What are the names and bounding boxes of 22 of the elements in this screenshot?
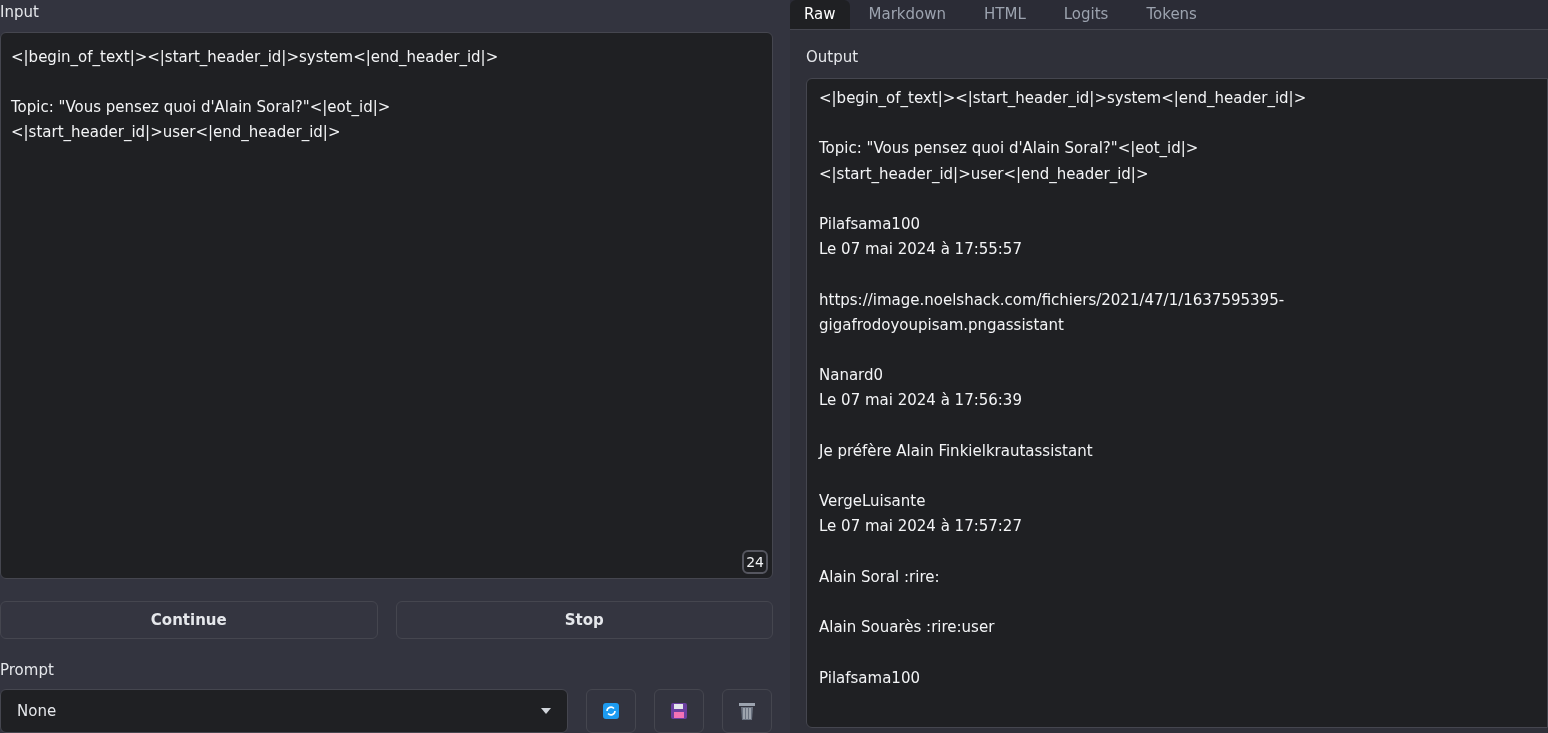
prompt-label: Prompt: [0, 660, 54, 681]
save-button[interactable]: [654, 689, 704, 733]
tab[interactable]: HTML: [965, 0, 1045, 29]
tab[interactable]: Markdown: [849, 0, 966, 29]
input-text: <|begin_of_text|><|start_header_id|>system<|end_header_id|> Topic: "Vous pensez quoi d'Alain Soral?"<|eot_id|> <|start_header_id|>user<|end_header_id|>: [11, 47, 499, 141]
input-field[interactable]: <|begin_of_text|><|start_header_id|>system<|end_header_id|> Topic: "Vous pensez quoi d'Alain Soral?"<|eot_id|> <|start_header_id|>user<|end_header_id|> 24: [0, 31, 773, 579]
tab[interactable]: Tokens: [1127, 0, 1216, 29]
action-button[interactable]: Stop: [395, 601, 773, 639]
output-text: <|begin_of_text|><|start_header_id|>system<|end_header_id|> Topic: "Vous pensez quoi d'Alain Soral?"<|eot_id|> <|start_header_id|>user<|end_header_id|> Pilafsama100 Le 07 mai 2024 à 17:55:57 https://image.noelshack.com/fichiers/2021/47/1/1637595395- gigafrodoyoupisam.pngassistant Nanard0 Le 07 mai 2024 à 17:56:39 Je préfère Alain Finkielkrautassistant VergeLuisante Le 07 mai 2024 à 17:57:27 Alain Soral :rire: Alain Souarès :rire:user Pilafsama100: [819, 89, 1307, 687]
output-label: Output: [806, 47, 859, 68]
delete-button[interactable]: [722, 689, 772, 733]
output-field[interactable]: [806, 78, 1548, 728]
action-button[interactable]: Continue: [0, 601, 378, 639]
refresh-button[interactable]: [586, 689, 636, 733]
tab[interactable]: Raw: [790, 0, 850, 29]
input-label: Input: [0, 2, 39, 23]
tab[interactable]: Logits: [1044, 0, 1128, 29]
refresh-icon: [603, 703, 619, 719]
prompt-dropdown[interactable]: None: [0, 689, 568, 733]
caret-icon: [541, 708, 551, 714]
token-count: 24: [742, 550, 768, 574]
trash-icon: [739, 702, 755, 720]
